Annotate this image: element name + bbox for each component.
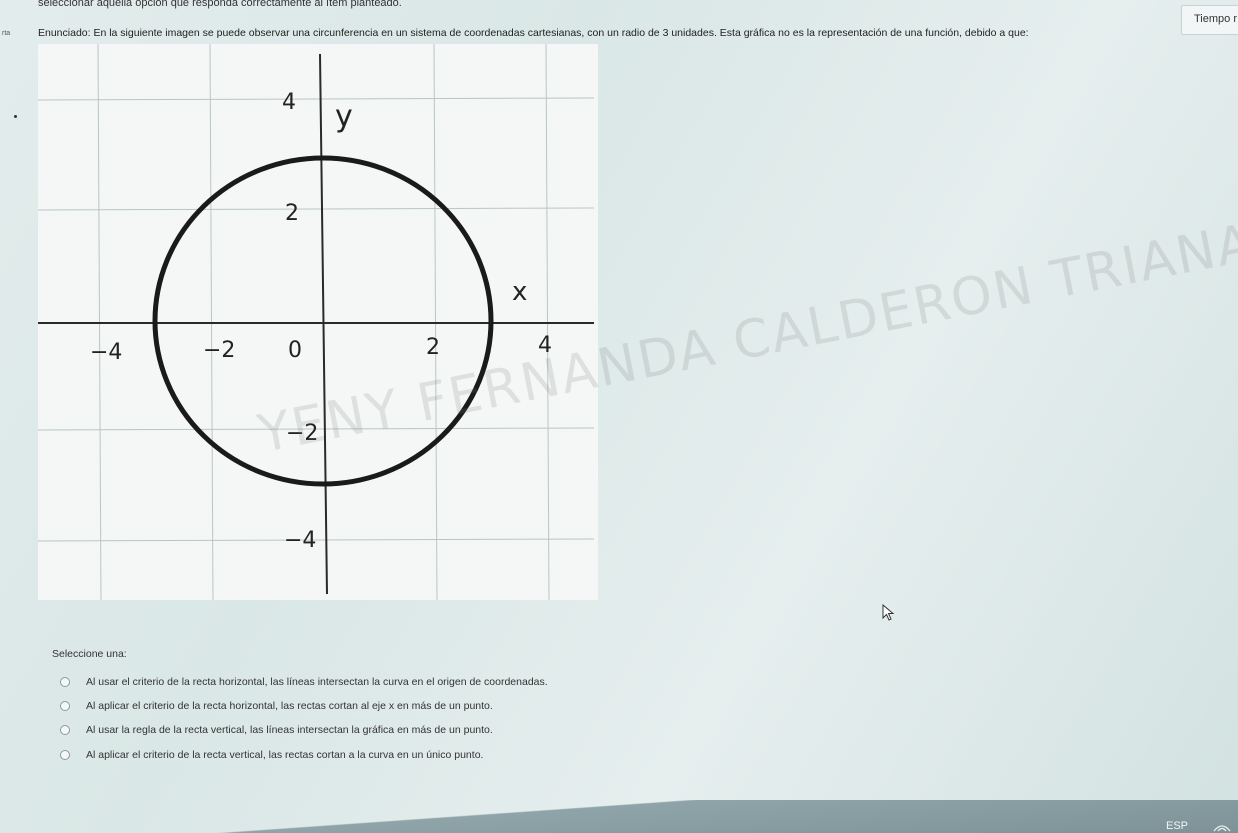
- x-tick-label: −4: [90, 340, 122, 365]
- answer-option-2[interactable]: Al aplicar el criterio de la recta horiz…: [60, 698, 760, 714]
- answer-option-text: Al aplicar el criterio de la recta horiz…: [86, 700, 493, 712]
- select-one-label: Seleccione una:: [52, 648, 127, 660]
- side-label: rta: [2, 30, 11, 37]
- answer-option-3[interactable]: Al usar la regla de la recta vertical, l…: [60, 722, 760, 738]
- y-tick-label: 2: [285, 201, 299, 226]
- timer-panel: Tiempo r: [1181, 5, 1238, 35]
- mouse-cursor-icon: [882, 604, 895, 621]
- answer-option-4[interactable]: Al aplicar el criterio de la recta verti…: [60, 747, 760, 763]
- y-axis-label: y: [335, 99, 353, 134]
- answer-option-text: Al usar la regla de la recta vertical, l…: [86, 724, 493, 736]
- answer-option-text: Al aplicar el criterio de la recta verti…: [86, 749, 484, 761]
- answer-option-1[interactable]: Al usar el criterio de la recta horizont…: [60, 674, 760, 690]
- radio-button[interactable]: [60, 701, 70, 711]
- x-tick-label: 2: [426, 335, 440, 360]
- x-axis-label: x: [512, 277, 527, 307]
- instruction-text: seleccionar aquella opción que responda …: [38, 0, 402, 9]
- radio-button[interactable]: [60, 750, 70, 760]
- radio-button[interactable]: [60, 677, 70, 687]
- graph-svg: y x −4 −2 0 2 4 4 2 −2 −4: [38, 44, 598, 600]
- x-tick-label: −2: [203, 338, 235, 363]
- y-tick-label: −4: [284, 528, 316, 553]
- timer-label: Tiempo r: [1194, 13, 1237, 25]
- quiz-page: seleccionar aquella opción que responda …: [0, 0, 1238, 833]
- radio-button[interactable]: [60, 725, 70, 735]
- circle-graph: y x −4 −2 0 2 4 4 2 −2 −4: [38, 44, 598, 600]
- question-statement: Enunciado: En la siguiente imagen se pue…: [38, 27, 1029, 39]
- answer-option-text: Al usar el criterio de la recta horizont…: [86, 676, 548, 688]
- wifi-icon[interactable]: [1212, 822, 1232, 832]
- side-dot: [14, 115, 17, 118]
- language-indicator[interactable]: ESP: [1166, 820, 1188, 832]
- x-tick-label: 0: [288, 338, 302, 363]
- y-tick-label: 4: [282, 90, 296, 115]
- taskbar: [0, 800, 1238, 833]
